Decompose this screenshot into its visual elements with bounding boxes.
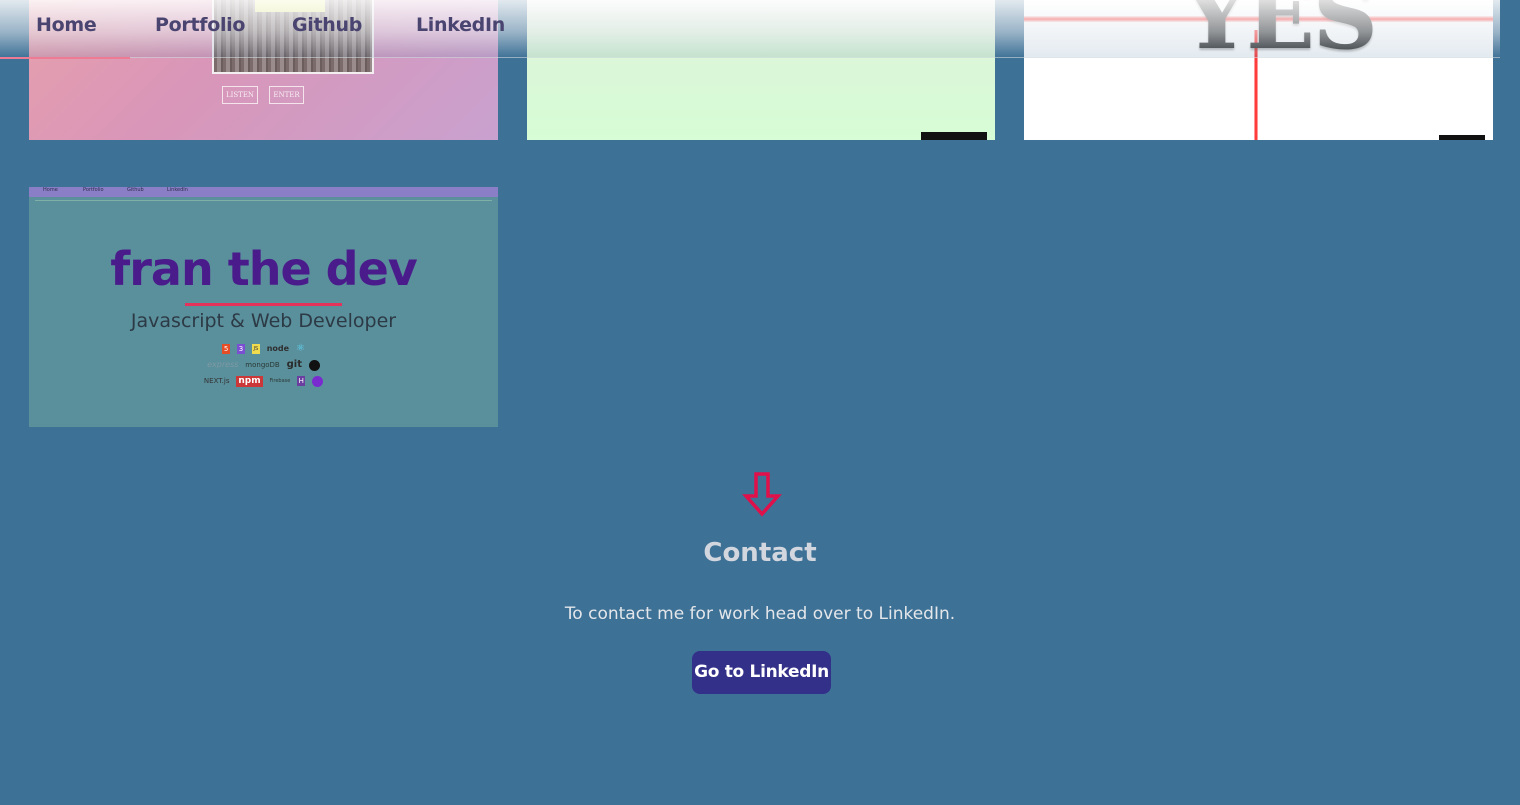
mini-nav-github: Github <box>127 187 144 193</box>
heroku-icon: H <box>297 376 306 386</box>
mini-nav: Home Portfolio Github LinkedIn <box>29 187 498 197</box>
css3-icon: 3 <box>236 344 245 354</box>
hero-title: fran the dev <box>110 242 418 296</box>
enter-button: ENTER <box>269 86 304 104</box>
project-thumbnail-4[interactable]: Home Portfolio Github LinkedIn fran the … <box>29 187 498 427</box>
mini-nav-linkedin: LinkedIn <box>167 187 188 193</box>
mini-nav-home: Home <box>43 187 58 193</box>
javascript-icon: JS <box>251 344 260 354</box>
express-icon: express <box>207 360 239 369</box>
nav-github-link[interactable]: Github <box>292 10 362 40</box>
nav-divider <box>0 57 1500 58</box>
html5-icon: 5 <box>222 344 231 354</box>
github-icon <box>308 359 320 371</box>
mini-nav-divider <box>35 200 492 201</box>
listen-button: LISTEN <box>222 86 258 104</box>
firebase-icon: Firebase <box>269 378 291 384</box>
active-nav-indicator <box>0 57 130 59</box>
page: LISTEN ENTER YES Home Portfolio Github L… <box>0 0 1520 805</box>
tech-icons-row-1: 5 3 JS node ⚛ <box>29 343 498 356</box>
mini-nav-portfolio: Portfolio <box>83 187 104 193</box>
hero-underline <box>185 303 342 306</box>
contact-description: To contact me for work head over to Link… <box>564 604 956 624</box>
nav-home-link[interactable]: Home <box>36 10 97 40</box>
url-tag <box>921 132 987 140</box>
url-tag <box>1439 135 1485 140</box>
tech-icons-row-2: express mongoDB git <box>29 359 498 372</box>
down-arrow-icon <box>742 472 782 517</box>
npm-icon: npm <box>236 375 263 387</box>
go-to-linkedin-button[interactable]: Go to LinkedIn <box>692 651 831 694</box>
contact-heading: Contact <box>703 538 817 568</box>
nextjs-icon: NEXT.js <box>203 377 230 385</box>
tech-icons-row-3: NEXT.js npm Firebase H <box>29 375 498 388</box>
react-icon: ⚛ <box>295 343 305 354</box>
nav-portfolio-link[interactable]: Portfolio <box>155 10 245 40</box>
redux-icon <box>312 375 324 387</box>
nav-linkedin-link[interactable]: LinkedIn <box>416 10 505 40</box>
hero-subtitle: Javascript & Web Developer <box>130 310 397 332</box>
nodejs-icon: node <box>266 344 290 353</box>
top-nav: Home Portfolio Github LinkedIn <box>0 0 1500 59</box>
git-icon: git <box>286 359 302 370</box>
mongodb-icon: mongoDB <box>245 361 280 369</box>
